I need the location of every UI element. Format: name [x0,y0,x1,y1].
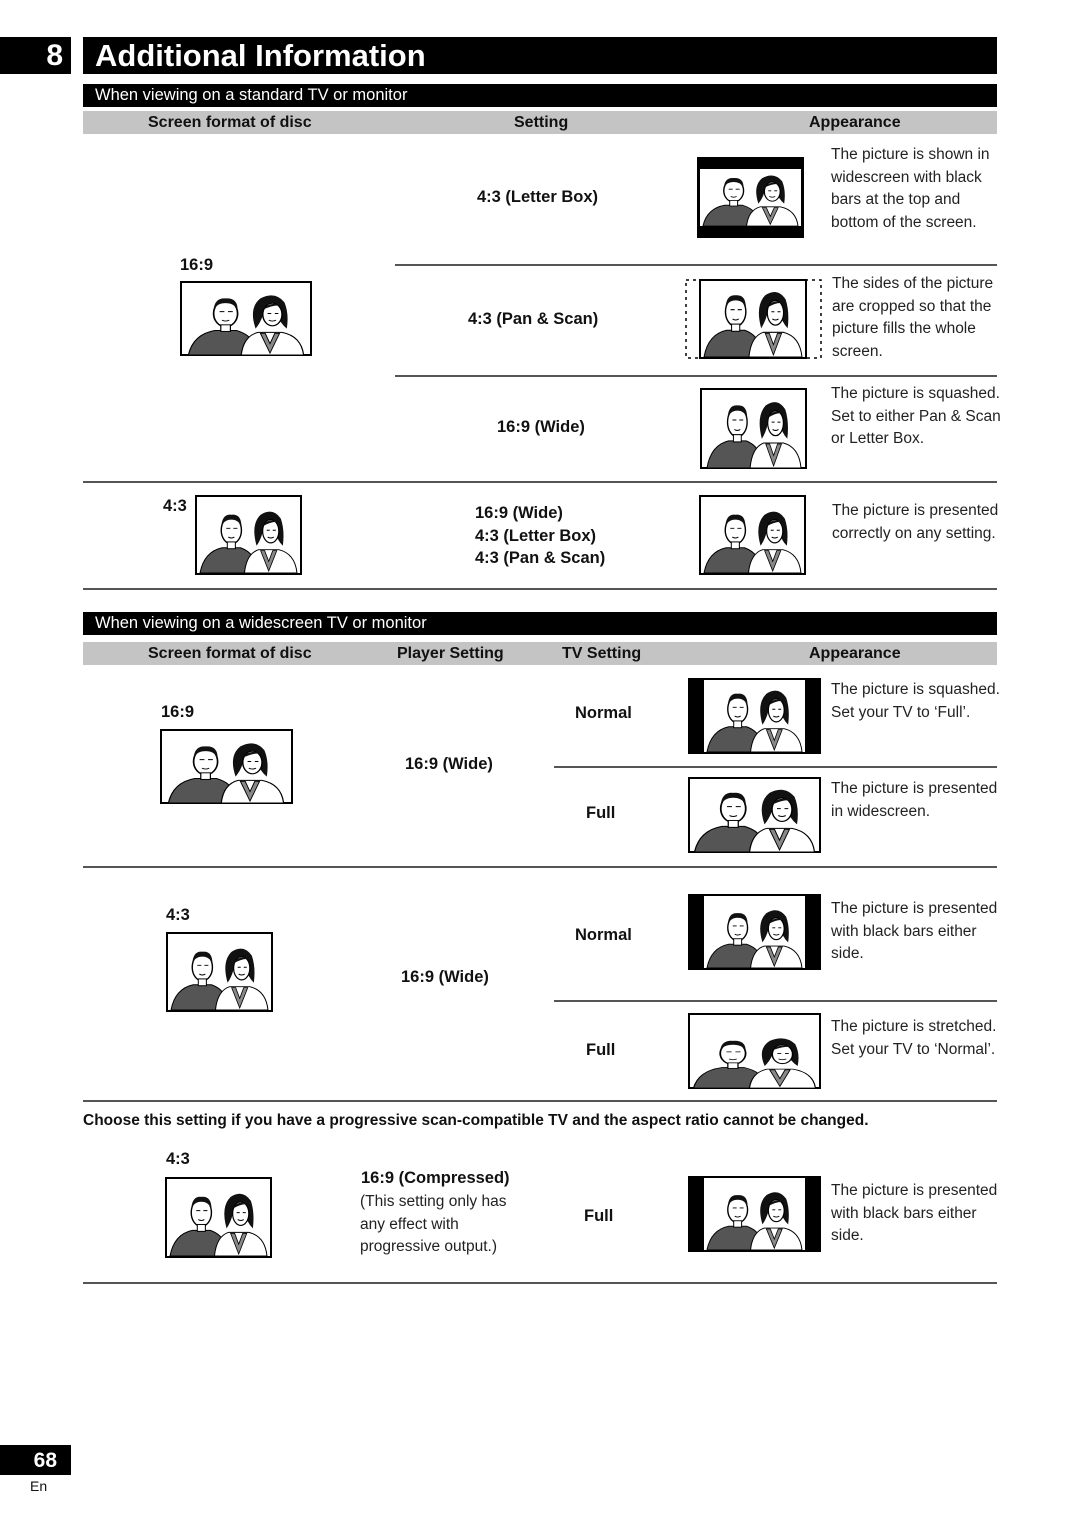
pillarbox-squashed-picture-icon [688,678,821,754]
tv-setting-full: Full [586,1041,616,1059]
column-header-setting: Setting [514,114,569,131]
disc-4-3-picture-icon [165,1177,272,1258]
divider [83,588,997,590]
column-header-appearance: Appearance [809,645,901,662]
column-header-appearance: Appearance [809,114,901,131]
disc-format-label: 4:3 [163,497,187,515]
disc-16-9-picture-icon [160,729,293,804]
divider [554,1000,997,1002]
appearance-stretched: The picture is stretched. Set your TV to… [831,1018,997,1058]
section-title-standard-tv: When viewing on a standard TV or monitor [83,84,997,107]
table-header-widescreen: Screen format of disc Player Setting TV … [83,642,997,665]
appearance-correct: The picture is presented correctly on an… [832,502,999,542]
setting-item: 16:9 (Wide) [475,504,563,522]
chapter-number: 8 [0,37,71,74]
setting-wide: 16:9 (Wide) [497,418,585,436]
disc-4-3-picture-icon [195,495,302,575]
tv-setting-normal: Normal [575,704,632,722]
player-setting-compressed: 16:9 (Compressed) [361,1169,510,1187]
player-setting-note: (This setting only has any effect with p… [360,1191,506,1259]
setting-letterbox: 4:3 (Letter Box) [477,188,599,206]
progressive-note: Choose this setting if you have a progre… [83,1112,869,1129]
divider [554,766,997,768]
divider [83,481,997,483]
page-title: Additional Information [83,37,997,74]
section-title-widescreen-tv: When viewing on a widescreen TV or monit… [83,612,997,635]
note-line: (This setting only has [360,1193,507,1210]
column-header-player-setting: Player Setting [397,645,504,662]
pillarbox-picture-icon [688,894,821,970]
tv-setting-normal: Normal [575,926,632,944]
appearance-pan-scan: The sides of the picture are cropped so … [832,275,994,361]
page-number: 68 [0,1445,71,1475]
divider [395,375,997,377]
divider [83,866,997,868]
disc-4-3-picture-icon [166,932,273,1012]
disc-16-9-picture-icon [180,281,312,356]
column-header-disc-format: Screen format of disc [148,645,312,662]
tv-setting-full: Full [584,1207,614,1225]
player-setting: 16:9 (Wide) [405,755,493,773]
disc-format-label: 16:9 [161,703,195,721]
disc-format-label: 4:3 [166,906,190,924]
note-line: progressive output.) [360,1238,497,1256]
appearance-squashed: The picture is squashed. Set your TV to … [831,681,1000,721]
appearance-pillarbox: The picture is presented with black bars… [831,1182,998,1245]
pillarbox-picture-icon [688,1176,821,1252]
appearance-wide: The picture is squashed. Set to either P… [831,385,1001,448]
divider [83,1100,997,1102]
settings-list: 16:9 (Wide) 4:3 (Letter Box) 4:3 (Pan & … [475,502,605,570]
table-header-standard: Screen format of disc Setting Appearance [83,111,997,134]
player-setting: 16:9 (Wide) [401,968,489,986]
setting-item: 4:3 (Letter Box) [475,526,597,545]
tv-setting-full: Full [586,804,616,822]
letterbox-picture-icon [697,157,804,238]
pan-scan-picture-icon [685,279,822,359]
widescreen-picture-icon [688,777,821,853]
correct-picture-icon [699,495,806,575]
divider [83,1282,997,1284]
appearance-letterbox: The picture is shown in widescreen with … [831,146,990,232]
column-header-tv-setting: TV Setting [562,645,642,662]
setting-pan-scan: 4:3 (Pan & Scan) [468,310,599,328]
squashed-picture-icon [700,388,807,469]
language-code: En [30,1478,48,1494]
appearance-widescreen: The picture is presented in widescreen. [831,780,998,820]
divider [395,264,997,266]
stretched-picture-icon [688,1013,821,1089]
disc-format-label: 16:9 [180,256,214,274]
column-header-disc-format: Screen format of disc [148,114,312,131]
disc-format-label: 4:3 [166,1150,190,1168]
setting-item: 4:3 (Pan & Scan) [475,549,606,568]
note-line: any effect with [360,1215,459,1233]
appearance-pillarbox: The picture is presented with black bars… [831,900,998,963]
